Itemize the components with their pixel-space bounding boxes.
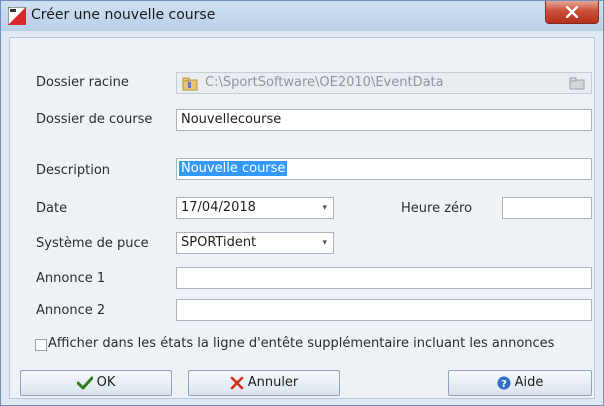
date-label: Date xyxy=(36,201,68,216)
ok-label: OK xyxy=(96,375,116,390)
checkmark-icon xyxy=(76,376,93,390)
zero-time-label: Heure zéro xyxy=(401,201,473,216)
chevron-down-icon: ▾ xyxy=(322,238,327,248)
announcement2-label: Annonce 2 xyxy=(36,303,106,318)
announcement2-input[interactable] xyxy=(176,299,592,321)
cancel-label: Annuler xyxy=(247,375,299,390)
ok-button[interactable]: OK xyxy=(20,370,172,396)
chip-system-value: SPORTident xyxy=(181,235,257,250)
root-folder-value: C:\SportSoftware\OE2010\EventData xyxy=(205,75,444,90)
date-dropdown[interactable]: 17/04/2018 ▾ xyxy=(176,197,334,219)
chip-system-dropdown[interactable]: SPORTident ▾ xyxy=(176,232,334,254)
date-value: 17/04/2018 xyxy=(181,200,256,215)
zero-time-input[interactable] xyxy=(502,197,592,219)
show-header-checkbox-label: Afficher dans les états la ligne d'entêt… xyxy=(48,336,555,351)
form-panel: Dossier racine C:\SportSoftware\OE2010\E… xyxy=(9,37,595,399)
announcement1-label: Annonce 1 xyxy=(36,271,106,286)
announcement1-input[interactable] xyxy=(176,267,592,289)
dialog-window: Créer une nouvelle course Dossier racine… xyxy=(0,0,604,406)
svg-text:?: ? xyxy=(501,379,507,390)
folder-zip-icon xyxy=(182,77,198,91)
help-label: Aide xyxy=(514,375,544,390)
x-icon xyxy=(230,376,244,390)
chip-system-label: Système de puce xyxy=(36,236,149,251)
course-folder-input[interactable]: Nouvellecourse xyxy=(176,109,592,131)
browse-folder-icon xyxy=(569,77,585,90)
course-folder-label: Dossier de course xyxy=(36,112,153,127)
close-button[interactable] xyxy=(545,1,599,24)
app-icon xyxy=(8,7,26,25)
description-label: Description xyxy=(36,163,111,178)
chevron-down-icon: ▾ xyxy=(322,203,327,213)
title-bar[interactable]: Créer une nouvelle course xyxy=(1,1,603,31)
help-icon: ? xyxy=(497,376,511,390)
description-value: Nouvelle course xyxy=(179,161,288,176)
help-button[interactable]: ? Aide xyxy=(448,370,592,396)
root-folder-label: Dossier racine xyxy=(36,75,129,90)
root-folder-field: C:\SportSoftware\OE2010\EventData xyxy=(176,72,592,94)
close-icon xyxy=(566,6,578,18)
show-header-checkbox[interactable] xyxy=(35,339,47,351)
cancel-button[interactable]: Annuler xyxy=(188,370,340,396)
course-folder-value: Nouvellecourse xyxy=(181,112,282,127)
window-title: Créer une nouvelle course xyxy=(31,7,216,23)
description-input[interactable]: Nouvelle course xyxy=(176,158,592,180)
